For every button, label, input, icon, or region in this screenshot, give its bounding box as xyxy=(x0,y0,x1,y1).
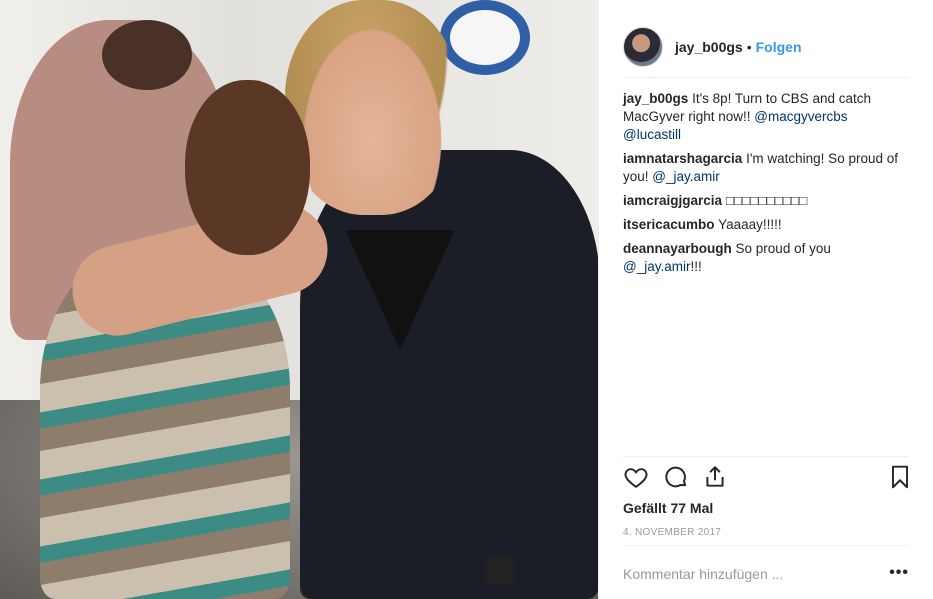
comment-text: □□□□□□□□□□ xyxy=(725,193,808,208)
comment-item: iamcraigjgarcia □□□□□□□□□□ xyxy=(623,192,909,210)
comment-mention-link[interactable]: @_jay.amir xyxy=(623,259,690,274)
comment-text: So proud of you xyxy=(735,241,831,256)
separator-dot: • xyxy=(746,39,752,55)
comment-mention-link[interactable]: @_jay.amir xyxy=(652,169,719,184)
comment-text: Yaaaay!!!!! xyxy=(718,217,782,232)
comment-divider xyxy=(623,545,909,546)
comment-username[interactable]: iamnatarshagarcia xyxy=(623,151,742,166)
author-username[interactable]: jay_b00gs xyxy=(675,39,743,55)
comment-icon[interactable] xyxy=(663,464,689,490)
comment-list: jay_b00gs It's 8p! Turn to CBS and catch… xyxy=(623,90,909,282)
more-options-button[interactable]: ••• xyxy=(889,564,909,582)
action-bar xyxy=(623,464,913,494)
comment-mention-link[interactable]: @macgyvercbs xyxy=(754,109,847,124)
follow-button[interactable]: Folgen xyxy=(756,39,802,55)
comment-text: !!! xyxy=(690,259,702,274)
comment-username[interactable]: iamcraigjgarcia xyxy=(623,193,722,208)
comment-mention-link[interactable]: @lucastill xyxy=(623,127,681,142)
comment-item: deannayarbough So proud of you @_jay.ami… xyxy=(623,240,909,276)
post-photo[interactable] xyxy=(0,0,598,599)
man-shirt xyxy=(300,150,598,599)
post-header: jay_b00gs • Folgen xyxy=(623,17,909,77)
heart-icon[interactable] xyxy=(623,464,649,490)
bookmark-icon[interactable] xyxy=(887,464,913,490)
post-sidebar: jay_b00gs • Folgen jay_b00gs It's 8p! Tu… xyxy=(598,0,933,599)
likes-count[interactable]: Gefällt 77 Mal xyxy=(623,500,713,516)
post-date: 4. NOVEMBER 2017 xyxy=(623,527,722,538)
share-icon[interactable] xyxy=(702,464,728,490)
actions-divider xyxy=(623,456,909,457)
comment-item: jay_b00gs It's 8p! Turn to CBS and catch… xyxy=(623,90,909,144)
instagram-post: jay_b00gs • Folgen jay_b00gs It's 8p! Tu… xyxy=(0,0,933,599)
boy-head xyxy=(185,80,310,255)
comment-username[interactable]: deannayarbough xyxy=(623,241,732,256)
header-divider xyxy=(623,77,909,78)
comment-username[interactable]: itsericacumbo xyxy=(623,217,715,232)
avatar[interactable] xyxy=(623,27,663,67)
comment-username[interactable]: jay_b00gs xyxy=(623,91,688,106)
wrist-watch xyxy=(485,555,515,585)
comment-item: itsericacumbo Yaaaay!!!!! xyxy=(623,216,909,234)
man-head xyxy=(285,0,460,215)
add-comment-input[interactable] xyxy=(623,560,873,588)
comment-item: iamnatarshagarcia I'm watching! So proud… xyxy=(623,150,909,186)
